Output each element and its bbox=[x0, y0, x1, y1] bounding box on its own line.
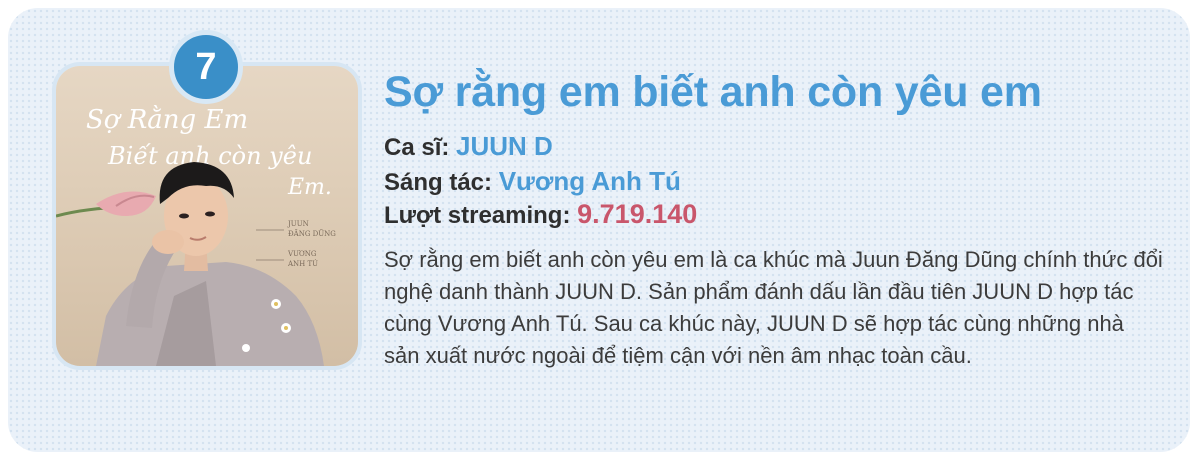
cover-credit-1b: ĐĂNG DŨNG bbox=[288, 229, 336, 238]
composer-value: Vương Anh Tú bbox=[498, 166, 681, 196]
rank-badge: 7 bbox=[169, 30, 243, 104]
song-title: Sợ rằng em biết anh còn yêu em bbox=[384, 68, 1042, 116]
cover-credit-1a: JUUN bbox=[287, 220, 309, 228]
composer-row: Sáng tác: Vương Anh Tú bbox=[384, 166, 681, 197]
cover-handwriting-3: Em. bbox=[287, 175, 332, 200]
cover-credit-2a: VƯƠNG bbox=[287, 249, 317, 258]
streams-label: Lượt streaming: bbox=[384, 202, 571, 229]
singer-label: Ca sĩ: bbox=[384, 134, 450, 161]
song-description: Sợ rằng em biết anh còn yêu em là ca khú… bbox=[384, 247, 1163, 368]
flower-icon bbox=[56, 191, 156, 218]
singer-value: JUUN D bbox=[456, 131, 553, 161]
cover-credit-2b: ANH TÚ bbox=[287, 259, 318, 268]
streams-row: Lượt streaming: 9.719.140 bbox=[384, 199, 697, 230]
album-cover: Sợ Rằng Em Biết anh còn yêu Em. JUUN ĐĂN… bbox=[56, 66, 358, 366]
singer-row: Ca sĩ: JUUN D bbox=[384, 131, 553, 162]
album-cover-art: Sợ Rằng Em Biết anh còn yêu Em. JUUN ĐĂN… bbox=[56, 104, 336, 366]
cover-handwriting-1: Sợ Rằng Em bbox=[86, 104, 248, 135]
composer-label: Sáng tác: bbox=[384, 169, 493, 196]
streams-value: 9.719.140 bbox=[577, 199, 698, 229]
